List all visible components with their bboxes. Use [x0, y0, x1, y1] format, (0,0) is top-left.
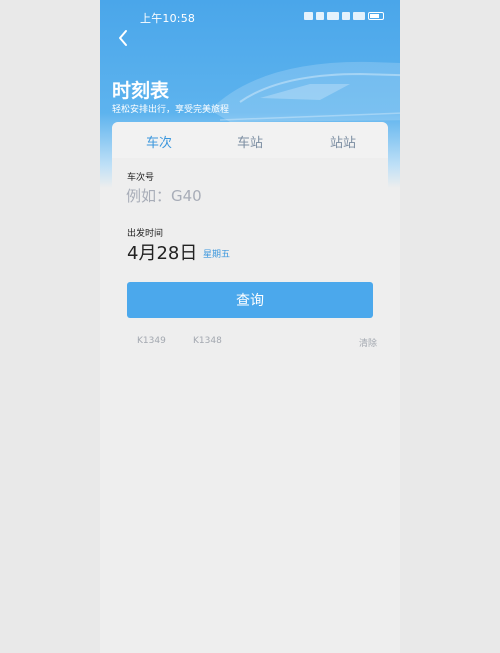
page-title: 时刻表	[112, 80, 170, 102]
train-illustration	[210, 61, 400, 122]
status-icons	[304, 12, 384, 20]
notification-icon	[304, 12, 313, 20]
train-number-input[interactable]	[126, 184, 376, 208]
status-time: 上午10:58	[140, 12, 196, 25]
battery-icon	[368, 12, 384, 20]
train-number-label: 车次号	[127, 173, 155, 183]
tab-station[interactable]: 车站	[237, 132, 263, 151]
tab-station-to-station[interactable]: 站站	[330, 132, 356, 151]
hd-icon	[316, 12, 324, 20]
chevron-left-icon	[119, 30, 127, 46]
page-subtitle: 轻松安排出行，享受完美旅程	[112, 105, 230, 115]
tab-train-number[interactable]: 车次	[146, 132, 172, 151]
tab-bar: 车次 车站 站站	[112, 122, 388, 158]
search-card: 车次 车站 站站 车次号 出发时间 4月28日 星期五 查询 K1349 K13…	[112, 122, 388, 366]
history-item[interactable]: K1348	[193, 336, 222, 346]
depart-date[interactable]: 4月28日	[127, 239, 197, 265]
history-item[interactable]: K1349	[137, 336, 166, 346]
search-history: K1349 K1348 清除	[137, 336, 377, 350]
back-button[interactable]	[112, 26, 136, 50]
status-bar: 上午10:58	[100, 10, 400, 26]
signal-icon	[327, 12, 339, 20]
depart-time-label: 出发时间	[127, 229, 164, 239]
query-button[interactable]: 查询	[127, 282, 373, 318]
signal-icon-2	[353, 12, 365, 20]
clear-history-button[interactable]: 清除	[359, 336, 377, 349]
app-screen: 上午10:58 时刻表 轻松安排出行，享受完美旅程 车次 车站 站站 车次号 例…	[100, 0, 400, 653]
depart-weekday: 星期五	[203, 250, 231, 260]
hd-icon-2	[342, 12, 350, 20]
